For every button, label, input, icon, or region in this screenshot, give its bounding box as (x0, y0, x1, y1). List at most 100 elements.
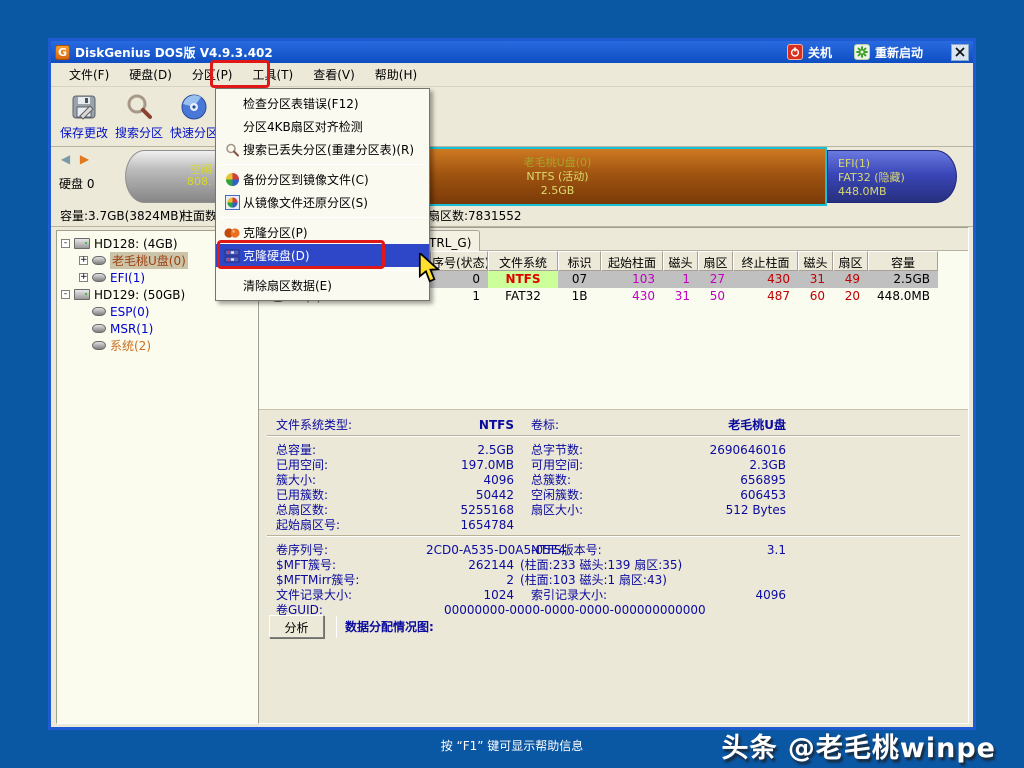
partition-icon (92, 256, 106, 265)
next-disk-arrow-icon[interactable]: ▶ (77, 152, 92, 167)
mouse-cursor (418, 253, 442, 285)
analyze-button[interactable]: 分析 (269, 615, 324, 638)
cell-end-sec: 49 (833, 271, 868, 288)
menu-item-check-partition-table[interactable]: 检查分区表错误(F12) (216, 92, 429, 115)
partition-efi-fs: FAT32 (隐藏) (838, 171, 956, 185)
col-fs[interactable]: 文件系统 (488, 251, 558, 271)
cell-fs: NTFS (488, 271, 558, 288)
current-disk-label: 硬盘 0 (59, 175, 94, 192)
detail-row: 卷GUID: 00000000-0000-0000-0000-000000000… (259, 601, 968, 616)
blue-disc-icon (179, 91, 209, 123)
floppy-disk-icon (70, 91, 98, 123)
menu-item-erase-sectors[interactable]: 清除扇区数据(E) (216, 274, 429, 297)
save-changes-label: 保存更改 (60, 124, 108, 141)
tree-item-label: EFI(1) (110, 271, 145, 285)
col-end-cyl[interactable]: 终止柱面 (733, 251, 798, 271)
detail-row: 文件记录大小:1024 索引记录大小:4096 (259, 586, 968, 601)
detail-row: 起始扇区号:1654784 (259, 516, 968, 531)
search-partition-button[interactable]: 搜索分区 (112, 91, 166, 141)
col-start-head[interactable]: 磁头 (663, 251, 698, 271)
filesystem-details: 文件系统类型:NTFS 卷标:老毛桃U盘 总容量:2.5GB 总字节数:2690… (259, 409, 968, 723)
menu-separator (219, 164, 426, 165)
cell-capacity: 448.0MB (868, 288, 938, 305)
analyze-row: 分析 数据分配情况图: (269, 615, 434, 638)
detail-row: 总容量:2.5GB 总字节数:2690646016 (259, 441, 968, 456)
tree-item-label: HD129: (50GB) (94, 288, 185, 302)
disk-capacity-text: 容量:3.7GB(3824MB) (60, 207, 183, 224)
titlebar[interactable]: G DiskGenius DOS版 V4.9.3.402 关机 重新启动 (51, 41, 973, 63)
col-id[interactable]: 标识 (558, 251, 601, 271)
cell-end-head: 31 (798, 271, 833, 288)
menu-help[interactable]: 帮助(H) (365, 63, 427, 86)
col-end-sec[interactable]: 扇区 (833, 251, 868, 271)
cell-start-head: 31 (663, 288, 698, 305)
menu-item-search-lost-partitions[interactable]: 搜索已丢失分区(重建分区表)(R) (216, 138, 429, 161)
cell-start-cyl: 430 (601, 288, 663, 305)
menu-item-restore-partition[interactable]: 从镜像文件还原分区(S) (216, 191, 429, 214)
tree-item-label: 系统(2) (110, 337, 151, 354)
power-icon (787, 44, 803, 60)
col-capacity[interactable]: 容量 (868, 251, 938, 271)
tree-item-system[interactable]: 系统(2) (79, 337, 257, 354)
menu-separator (219, 270, 426, 271)
color-pie-icon (221, 171, 243, 188)
magnifier-icon (124, 91, 154, 123)
col-start-cyl[interactable]: 起始柱面 (601, 251, 663, 271)
allocation-map-label: 数据分配情况图: (345, 618, 434, 635)
collapse-toggle-icon[interactable]: - (61, 290, 70, 299)
disk-overview: ◀ ▶ 硬盘 0 空闲 808. 老毛桃U盘(0) NTFS (活动) 2.5G… (51, 147, 973, 227)
prev-disk-arrow-icon[interactable]: ◀ (58, 152, 73, 167)
shutdown-label: 关机 (808, 44, 832, 61)
collapse-toggle-icon[interactable]: - (61, 239, 70, 248)
partition-icon (92, 324, 106, 333)
magnifier-icon (221, 141, 243, 158)
menu-item-4kb-alignment[interactable]: 分区4KB扇区对齐检测 (216, 115, 429, 138)
menu-disk[interactable]: 硬盘(D) (119, 63, 182, 86)
disk-info-line: 容量:3.7GB(3824MB) 柱面数 扇区数:7831552 (51, 205, 973, 225)
col-end-head[interactable]: 磁头 (798, 251, 833, 271)
tree-item-msr[interactable]: MSR(1) (79, 320, 257, 337)
annotation-box-tools-menu (210, 60, 270, 88)
menubar: 文件(F) 硬盘(D) 分区(P) 工具(T) 查看(V) 帮助(H) (51, 63, 973, 87)
no-icon (221, 95, 243, 112)
cell-end-sec: 20 (833, 288, 868, 305)
expand-toggle-icon[interactable]: + (79, 273, 88, 282)
shutdown-button[interactable]: 关机 (787, 44, 832, 61)
close-button[interactable] (951, 44, 969, 61)
quick-partition-button[interactable]: 快速分区 (167, 91, 221, 141)
drive-icon (74, 289, 90, 300)
partition-tree: - HD128: (4GB) + 老毛桃U盘(0) + EFI(1) - HD1… (56, 230, 258, 724)
detail-row: $MFTMirr簇号:2 (柱面:103 磁头:1 扇区:43) (259, 571, 968, 586)
partition-icon (92, 341, 106, 350)
detail-row: 已用簇数:50442 空闲簇数:606453 (259, 486, 968, 501)
detail-row: 卷序列号:2CD0-A535-D0A5-05E4 NTFS版本号:3.1 (259, 541, 968, 556)
partition-main-fs: NTFS (活动) (526, 170, 588, 184)
partition-main-name: 老毛桃U盘(0) (524, 156, 592, 170)
quick-partition-label: 快速分区 (170, 124, 218, 141)
detail-row: 文件系统类型:NTFS 卷标:老毛桃U盘 (259, 416, 968, 431)
tree-item-esp[interactable]: ESP(0) (79, 303, 257, 320)
menu-view[interactable]: 查看(V) (303, 63, 365, 86)
free-space-size: 808. (187, 175, 212, 188)
cell-id: 1B (558, 288, 601, 305)
toolbar: 保存更改 搜索分区 快速分区 (51, 87, 973, 147)
disk-nav: ◀ ▶ (58, 152, 92, 167)
menu-item-backup-partition[interactable]: 备份分区到镜像文件(C) (216, 168, 429, 191)
cell-id: 07 (558, 271, 601, 288)
no-icon (221, 277, 243, 294)
cell-end-cyl: 487 (733, 288, 798, 305)
expand-toggle-icon[interactable]: + (79, 256, 88, 265)
tree-item-label: MSR(1) (110, 322, 153, 336)
cell-start-sec: 50 (698, 288, 733, 305)
cell-end-head: 60 (798, 288, 833, 305)
col-start-sec[interactable]: 扇区 (698, 251, 733, 271)
drive-icon (74, 238, 90, 249)
partition-icon (92, 273, 106, 282)
partition-main-size: 2.5GB (541, 184, 575, 198)
menu-separator (219, 217, 426, 218)
menu-file[interactable]: 文件(F) (59, 63, 119, 86)
save-changes-button[interactable]: 保存更改 (57, 91, 111, 141)
divider (336, 616, 337, 638)
partition-block-efi[interactable]: EFI(1) FAT32 (隐藏) 448.0MB (827, 150, 957, 203)
restart-button[interactable]: 重新启动 (854, 44, 923, 61)
